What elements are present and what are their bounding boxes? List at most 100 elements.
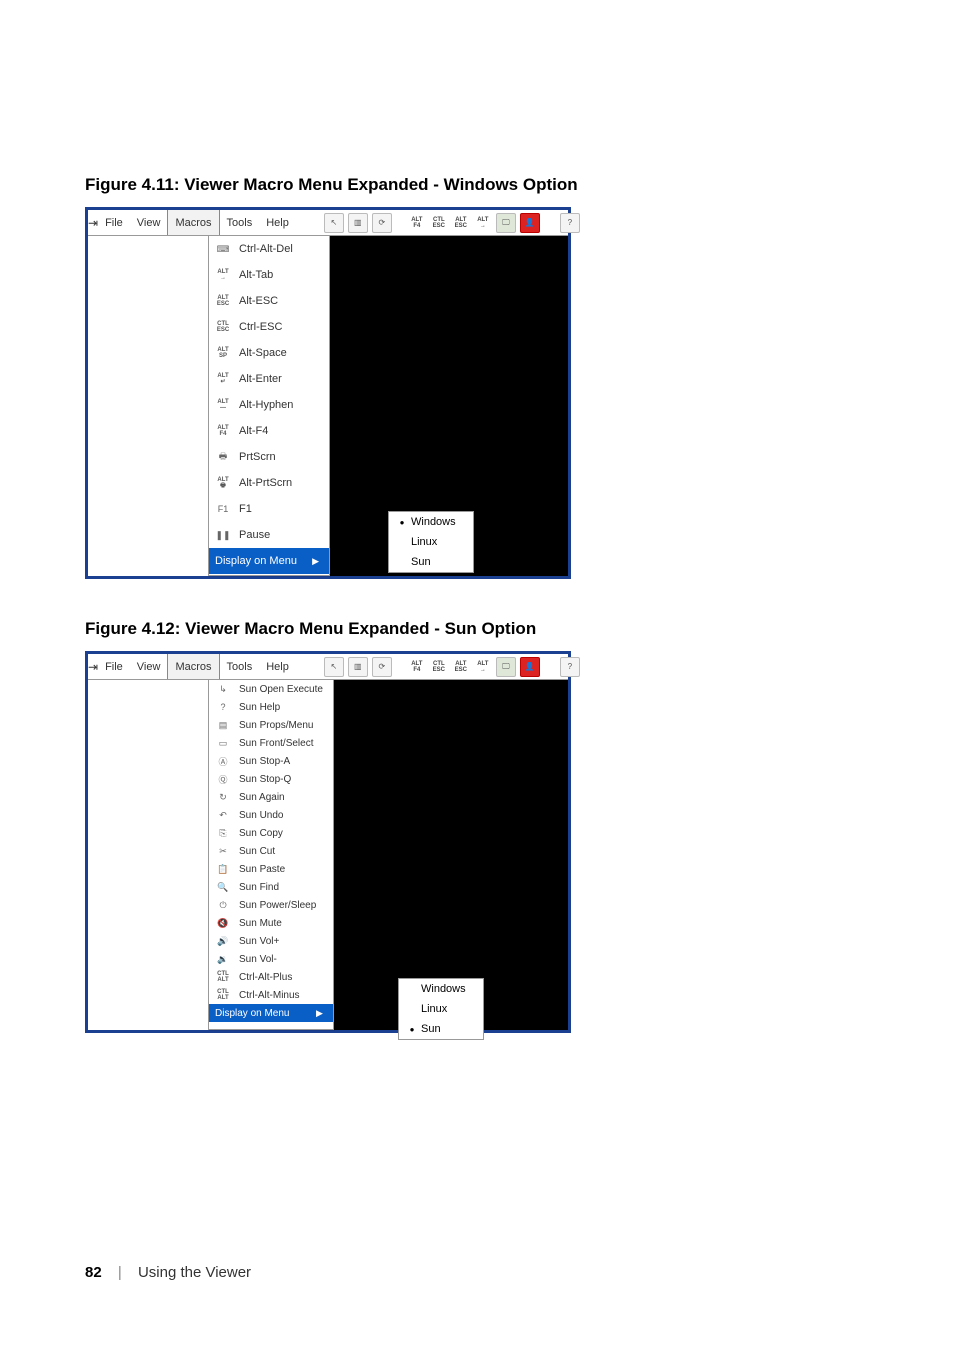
menu-macros[interactable]: Macros bbox=[167, 210, 219, 235]
submenu-item[interactable]: Linux bbox=[399, 999, 483, 1019]
submenu-label: Sun bbox=[421, 1023, 441, 1035]
submenu-item[interactable]: Linux bbox=[389, 532, 473, 552]
toolbar-icons: ↖ ▥ ⟳ ALT F4 CTL ESC ALT ESC ALT → 🖵 👤 ? bbox=[320, 657, 584, 677]
macro-item-label: F1 bbox=[239, 503, 252, 515]
macro-item-label: Ctrl-Alt-Plus bbox=[239, 972, 292, 983]
macro-item[interactable]: ▭Sun Front/Select bbox=[209, 734, 333, 752]
macro-item[interactable]: ❚❚Pause bbox=[209, 522, 329, 548]
macro-item[interactable]: ↻Sun Again bbox=[209, 788, 333, 806]
macro-item[interactable]: 🔊Sun Vol+ bbox=[209, 932, 333, 950]
menu-tools[interactable]: Tools bbox=[220, 210, 260, 235]
macro-item-label: Sun Stop-Q bbox=[239, 774, 291, 785]
macro-item-icon: ⎘ bbox=[215, 826, 231, 840]
cursor-icon[interactable]: ↖ bbox=[324, 657, 344, 677]
altesc-icon[interactable]: ALT ESC bbox=[452, 214, 470, 232]
menu-file[interactable]: File bbox=[98, 210, 130, 235]
menu-macros[interactable]: Macros bbox=[167, 654, 219, 679]
altf4-icon[interactable]: ALT F4 bbox=[408, 214, 426, 232]
macro-item[interactable]: ⌨Ctrl-Alt-Del bbox=[209, 236, 329, 262]
macro-item[interactable]: ALT F4Alt-F4 bbox=[209, 418, 329, 444]
macro-item-label: Sun Find bbox=[239, 882, 279, 893]
altf4-icon[interactable]: ALT F4 bbox=[408, 658, 426, 676]
align-icon[interactable]: ▥ bbox=[348, 213, 368, 233]
align-icon[interactable]: ▥ bbox=[348, 657, 368, 677]
macro-item[interactable]: 🔇Sun Mute bbox=[209, 914, 333, 932]
refresh-icon[interactable]: ⟳ bbox=[372, 213, 392, 233]
menu-view[interactable]: View bbox=[130, 210, 168, 235]
macro-item[interactable]: ALT SPAlt-Space bbox=[209, 340, 329, 366]
chevron-right-icon: ▶ bbox=[312, 556, 319, 567]
alttab-icon[interactable]: ALT → bbox=[474, 214, 492, 232]
refresh-icon[interactable]: ⟳ bbox=[372, 657, 392, 677]
macro-item[interactable]: 🔍Sun Find bbox=[209, 878, 333, 896]
submenu-item[interactable]: Windows bbox=[399, 979, 483, 999]
macro-item[interactable]: ?Sun Help bbox=[209, 698, 333, 716]
macro-item[interactable]: ALT 🖶Alt-PrtScrn bbox=[209, 470, 329, 496]
help-icon[interactable]: ? bbox=[560, 213, 580, 233]
macro-item[interactable]: CTL ALT Ctrl-Alt-Minus bbox=[209, 986, 333, 1004]
macro-item[interactable]: ⒶSun Stop-A bbox=[209, 752, 333, 770]
macro-item-icon: 🔊 bbox=[215, 934, 231, 948]
macro-item-label: Sun Stop-A bbox=[239, 756, 290, 767]
macros-dropdown: ↳Sun Open Execute?Sun Help▤Sun Props/Men… bbox=[208, 680, 334, 1030]
submenu-item[interactable]: ●Windows bbox=[389, 512, 473, 532]
ctlesc-icon[interactable]: CTL ESC bbox=[430, 214, 448, 232]
macro-item[interactable]: 📋Sun Paste bbox=[209, 860, 333, 878]
user-icon[interactable]: 👤 bbox=[520, 213, 540, 233]
macro-item-label: Sun Mute bbox=[239, 918, 282, 929]
macro-item-icon: CTL ALT bbox=[215, 989, 231, 1001]
pin-icon[interactable]: ⇥ bbox=[88, 660, 98, 674]
macro-item-label: Alt-Hyphen bbox=[239, 399, 293, 411]
macro-item[interactable]: ↳Sun Open Execute bbox=[209, 680, 333, 698]
submenu-item[interactable]: ●Sun bbox=[399, 1019, 483, 1039]
help-icon[interactable]: ? bbox=[560, 657, 580, 677]
macro-item-label: Sun Vol- bbox=[239, 954, 277, 965]
monitor-icon[interactable]: 🖵 bbox=[496, 213, 516, 233]
macro-item-icon: ↶ bbox=[215, 808, 231, 822]
macro-item[interactable]: 🔉Sun Vol- bbox=[209, 950, 333, 968]
macro-item-icon: ↳ bbox=[215, 682, 231, 696]
figure-11-screenshot: ⇥ File View Macros Tools Help ↖ ▥ ⟳ ALT … bbox=[85, 207, 571, 579]
macro-item-icon: ↻ bbox=[215, 790, 231, 804]
macro-item[interactable]: ▤Sun Props/Menu bbox=[209, 716, 333, 734]
submenu-item[interactable]: Sun bbox=[389, 552, 473, 572]
figure-12-screenshot: ⇥ File View Macros Tools Help ↖ ▥ ⟳ ALT … bbox=[85, 651, 571, 1033]
user-icon[interactable]: 👤 bbox=[520, 657, 540, 677]
macro-item-icon: ALT — bbox=[215, 399, 231, 411]
macro-item[interactable]: CTL ESCCtrl-ESC bbox=[209, 314, 329, 340]
macro-item[interactable]: ↶Sun Undo bbox=[209, 806, 333, 824]
macro-item[interactable]: ⓆSun Stop-Q bbox=[209, 770, 333, 788]
menu-help[interactable]: Help bbox=[259, 210, 296, 235]
menu-file[interactable]: File bbox=[98, 654, 130, 679]
macro-item-icon: ALT 🖶 bbox=[215, 477, 231, 489]
macro-item[interactable]: 🖶PrtScrn bbox=[209, 444, 329, 470]
cursor-icon[interactable]: ↖ bbox=[324, 213, 344, 233]
ctlesc-icon[interactable]: CTL ESC bbox=[430, 658, 448, 676]
figure-12-caption: Figure 4.12: Viewer Macro Menu Expanded … bbox=[85, 619, 874, 639]
menu-view[interactable]: View bbox=[130, 654, 168, 679]
macro-item[interactable]: ALT ESCAlt-ESC bbox=[209, 288, 329, 314]
macro-item-icon: CTL ALT bbox=[215, 971, 231, 983]
macro-item[interactable]: ⎘ Sun Copy bbox=[209, 824, 333, 842]
macro-item-label: Sun Copy bbox=[239, 828, 283, 839]
display-on-menu-item[interactable]: Display on Menu▶ bbox=[209, 1004, 333, 1022]
macro-item-label: Ctrl-ESC bbox=[239, 321, 282, 333]
display-on-menu-item[interactable]: Display on Menu▶ bbox=[209, 548, 329, 574]
macro-item-label: Ctrl-Alt-Minus bbox=[239, 990, 300, 1001]
macro-item[interactable]: ⏻Sun Power/Sleep bbox=[209, 896, 333, 914]
macro-item-icon: ✂ bbox=[215, 844, 231, 858]
macro-item[interactable]: F1F1 bbox=[209, 496, 329, 522]
figure-11-caption: Figure 4.11: Viewer Macro Menu Expanded … bbox=[85, 175, 874, 195]
macro-item[interactable]: ALT ↵Alt-Enter bbox=[209, 366, 329, 392]
monitor-icon[interactable]: 🖵 bbox=[496, 657, 516, 677]
macro-item[interactable]: ✂Sun Cut bbox=[209, 842, 333, 860]
macro-item-icon: ▤ bbox=[215, 718, 231, 732]
menu-tools[interactable]: Tools bbox=[220, 654, 260, 679]
macro-item[interactable]: ALT →Alt-Tab bbox=[209, 262, 329, 288]
alttab-icon[interactable]: ALT → bbox=[474, 658, 492, 676]
altesc-icon[interactable]: ALT ESC bbox=[452, 658, 470, 676]
menu-help[interactable]: Help bbox=[259, 654, 296, 679]
macro-item[interactable]: CTL ALT Ctrl-Alt-Plus bbox=[209, 968, 333, 986]
macro-item[interactable]: ALT — Alt-Hyphen bbox=[209, 392, 329, 418]
pin-icon[interactable]: ⇥ bbox=[88, 216, 98, 230]
